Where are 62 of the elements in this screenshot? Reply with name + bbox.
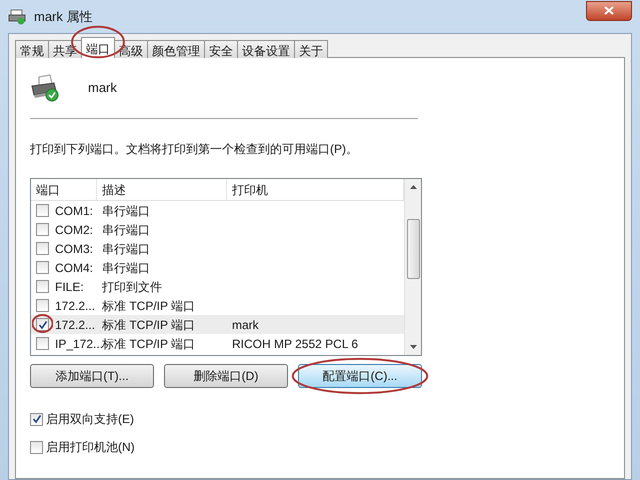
- description-cell: 串行端口: [102, 204, 150, 218]
- action-button[interactable]: 配置端口(C)...: [298, 364, 422, 388]
- tab[interactable]: 颜色管理: [147, 40, 205, 58]
- description-cell: 标准 TCP/IP 端口: [102, 298, 196, 312]
- checkbox[interactable]: [36, 299, 49, 312]
- window-title: mark 属性: [34, 8, 92, 26]
- port-row[interactable]: COM4: 串行端口: [31, 258, 404, 277]
- port-cell-text: COM3:: [55, 240, 94, 258]
- checkbox[interactable]: [36, 223, 49, 236]
- tab[interactable]: 设备设置: [237, 40, 295, 58]
- close-icon: [604, 6, 614, 15]
- port-row[interactable]: COM3: 串行端口: [31, 239, 404, 258]
- tab[interactable]: 安全: [204, 40, 238, 58]
- action-button[interactable]: 添加端口(T)...: [30, 364, 154, 388]
- tab[interactable]: 关于: [294, 40, 328, 58]
- option-label[interactable]: 启用打印机池(N): [46, 438, 135, 456]
- port-cell-text: 172.2...: [55, 316, 96, 334]
- port-cell-text: IP_172...: [55, 336, 104, 352]
- port-row[interactable]: FILE: 打印到文件: [31, 277, 404, 296]
- checkbox[interactable]: [30, 440, 43, 454]
- printer-cell: mark: [232, 318, 259, 332]
- printer-name: mark: [88, 79, 117, 98]
- checkbox[interactable]: [36, 261, 49, 274]
- scrollbar-thumb[interactable]: [406, 219, 420, 279]
- printer-cell: RICOH MP 2552 PCL 6: [232, 336, 358, 350]
- action-button[interactable]: 删除端口(D): [164, 364, 288, 388]
- description-cell: 串行端口: [102, 242, 150, 256]
- port-cell-text: COM2:: [55, 222, 94, 238]
- port-row[interactable]: 172.2... 标准 TCP/IP 端口: [31, 296, 404, 315]
- checkbox[interactable]: [36, 204, 49, 217]
- checkbox[interactable]: [36, 280, 49, 293]
- printer-icon: [8, 8, 26, 24]
- port-row[interactable]: COM1: 串行端口: [31, 201, 404, 220]
- checkbox[interactable]: [36, 318, 49, 331]
- column-header[interactable]: 端口: [31, 179, 97, 200]
- checkmark-icon: [38, 320, 48, 330]
- port-cell-text: COM1:: [55, 202, 94, 220]
- close-button[interactable]: [586, 0, 632, 20]
- column-header[interactable]: 描述: [97, 179, 227, 200]
- down-arrow-icon: [410, 345, 416, 349]
- description-cell: 串行端口: [102, 260, 150, 274]
- printer-icon: [30, 74, 60, 102]
- port-cell-text: 172.2...: [55, 298, 96, 314]
- port-cell-text: COM4:: [55, 260, 94, 276]
- port-cell-text: FILE:: [55, 278, 84, 296]
- port-row[interactable]: IP_172...标准 TCP/IP 端口 RICOH MP 2552 PCL 6: [31, 334, 404, 353]
- description-cell: 串行端口: [102, 222, 150, 236]
- description-cell: 打印到文件: [102, 280, 162, 294]
- up-arrow-icon: [410, 185, 416, 189]
- scrollbar[interactable]: [404, 179, 421, 355]
- checkbox[interactable]: [30, 412, 43, 426]
- port-row[interactable]: 172.2... 标准 TCP/IP 端口 mark: [31, 315, 404, 334]
- option-label[interactable]: 启用双向支持(E): [46, 410, 134, 428]
- tab[interactable]: 端口: [81, 37, 115, 58]
- checkmark-icon: [32, 414, 42, 424]
- instruction-text: 打印到下列端口。文档将打印到第一个检查到的可用端口(P)。: [30, 141, 359, 158]
- tab[interactable]: 常规: [15, 40, 49, 58]
- description-cell: 标准 TCP/IP 端口: [102, 336, 196, 350]
- description-cell: 标准 TCP/IP 端口: [102, 318, 196, 332]
- checkbox[interactable]: [36, 337, 49, 350]
- checkbox[interactable]: [36, 242, 49, 255]
- port-row[interactable]: COM2: 串行端口: [31, 220, 404, 239]
